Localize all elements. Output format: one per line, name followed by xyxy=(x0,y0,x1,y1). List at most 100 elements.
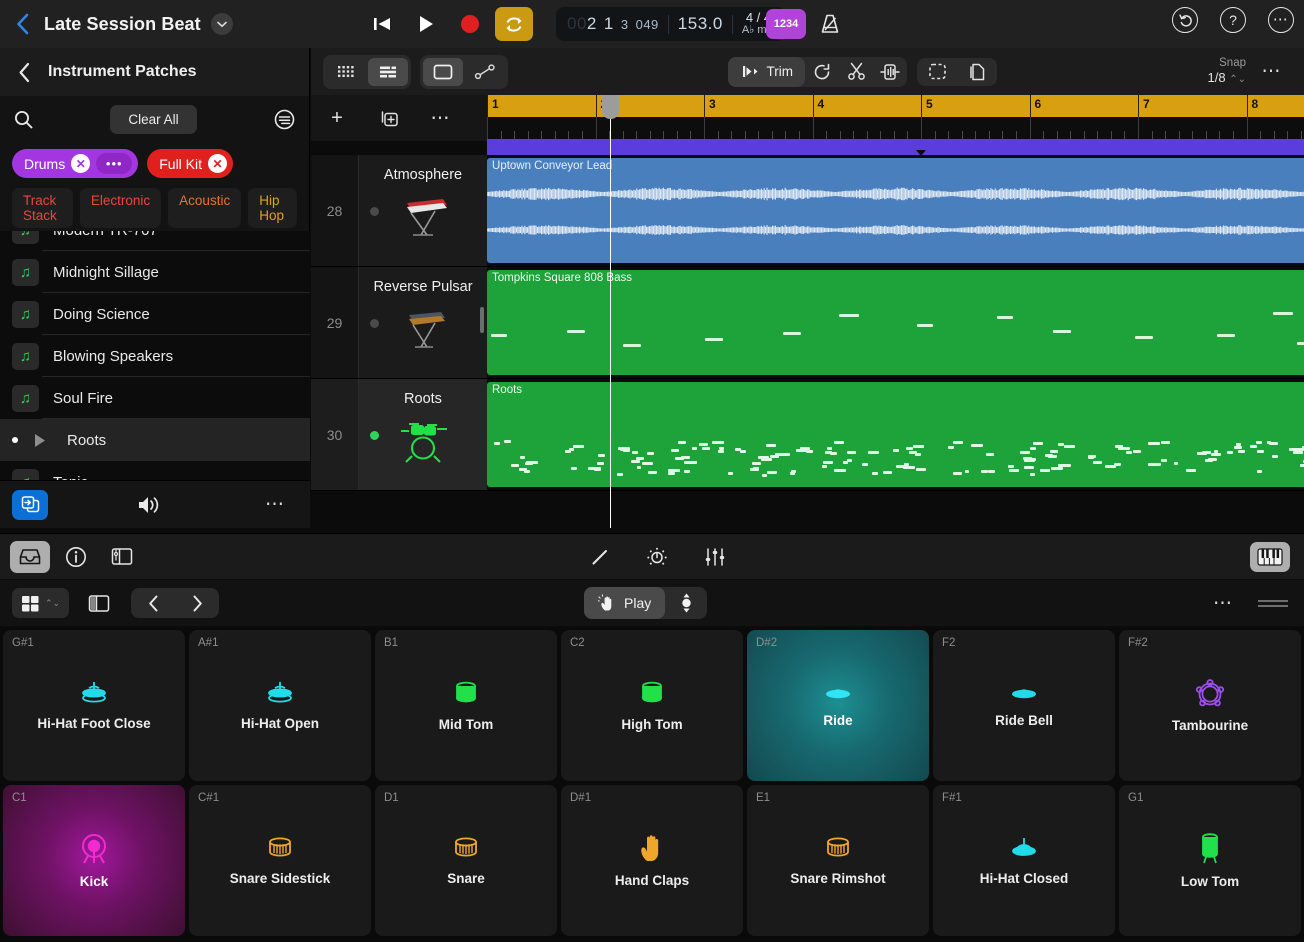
drum-pad[interactable]: F2 Ride Bell xyxy=(933,630,1115,781)
add-track-button[interactable]: + xyxy=(311,107,363,130)
metronome-icon[interactable] xyxy=(812,8,848,40)
grid-view-icon[interactable] xyxy=(326,58,366,86)
resize-handle-icon[interactable] xyxy=(1258,597,1288,610)
audition-speaker-icon[interactable] xyxy=(137,494,165,516)
drum-pad[interactable]: A#1 Hi-Hat Open xyxy=(189,630,371,781)
lcd-display[interactable]: 00 2 1 3 0 49 153.0 4 / 4 A♭ min xyxy=(556,7,787,41)
drum-pad[interactable]: G#1 Hi-Hat Foot Close xyxy=(3,630,185,781)
close-icon[interactable]: ✕ xyxy=(208,154,228,173)
list-item[interactable]: ♫ Doing Science xyxy=(0,293,310,335)
list-item[interactable]: ♫ Blowing Speakers xyxy=(0,335,310,377)
import-icon[interactable] xyxy=(12,489,48,520)
patch-list[interactable]: ♫ Modern TR-707 ♫ Midnight Sillage ♫ Doi… xyxy=(0,231,310,489)
marquee-select-icon[interactable] xyxy=(917,58,957,86)
ruler-tick xyxy=(798,131,800,139)
filter-tag-drums[interactable]: Drums ✕ ••• xyxy=(12,149,139,178)
rewind-button[interactable] xyxy=(363,7,401,41)
library-icon[interactable] xyxy=(10,540,50,573)
drum-pad[interactable]: B1 Mid Tom xyxy=(375,630,557,781)
patches-more-button[interactable]: ⋯ xyxy=(265,493,286,516)
cycle-button[interactable] xyxy=(495,7,533,41)
playhead[interactable] xyxy=(602,95,619,528)
ruler-tick xyxy=(704,117,705,139)
drum-pad[interactable]: C1 Kick xyxy=(3,785,185,936)
pad-prev-button[interactable] xyxy=(131,588,175,618)
pad-label: Hi-Hat Foot Close xyxy=(37,716,151,731)
track-number: 30 xyxy=(311,379,358,490)
inspector-icon[interactable] xyxy=(102,541,142,573)
count-in-button[interactable]: 1234 xyxy=(766,9,806,39)
search-icon[interactable] xyxy=(14,110,33,129)
fade-tool-icon[interactable] xyxy=(873,57,907,87)
tracks-area: Trim Snap 1/8 ⌃⌄ ⋯ + ⋯ 1 3 4 5 6 7 8 28 … xyxy=(311,48,1304,528)
category-acoustic[interactable]: Acoustic xyxy=(168,188,242,228)
automation-mode-icon[interactable] xyxy=(465,58,505,86)
drum-pad[interactable]: D1 Snare xyxy=(375,785,557,936)
list-item[interactable]: ♫ Soul Fire xyxy=(0,377,310,419)
category-track-stack[interactable]: Track Stack xyxy=(12,188,73,228)
snap-control[interactable]: Snap 1/8 ⌃⌄ xyxy=(1208,56,1252,87)
ruler-tick xyxy=(676,131,678,139)
back-button[interactable] xyxy=(0,12,44,36)
list-view-icon[interactable] xyxy=(368,57,408,86)
more-icon[interactable]: ⋯ xyxy=(1268,7,1294,33)
track-lane-selected[interactable]: 30 Roots Roots xyxy=(311,379,1304,491)
ruler-tick xyxy=(636,131,638,139)
duplicate-track-button[interactable] xyxy=(363,108,415,129)
drum-pad[interactable]: C2 High Tom xyxy=(561,630,743,781)
lcd-ticks-dim: 0 xyxy=(635,17,644,32)
undo-icon[interactable] xyxy=(1172,7,1198,33)
pad-label: Snare Rimshot xyxy=(790,871,886,886)
track-more-button[interactable]: ⋯ xyxy=(415,107,467,130)
split-view-icon[interactable] xyxy=(81,588,117,618)
filter-tag-more-icon[interactable]: ••• xyxy=(96,153,133,174)
duplicate-icon[interactable] xyxy=(957,58,997,86)
filter-icon[interactable] xyxy=(274,109,295,130)
keyboard-icon[interactable] xyxy=(1250,541,1290,572)
ruler-tick xyxy=(975,131,977,139)
clear-all-button[interactable]: Clear All xyxy=(110,105,197,134)
drum-pad[interactable]: D#2 Ride xyxy=(747,630,929,781)
drum-pad[interactable]: F#2 Tambourine xyxy=(1119,630,1301,781)
category-electronic[interactable]: Electronic xyxy=(79,188,162,228)
brightness-tool-icon[interactable] xyxy=(646,546,668,568)
drum-pad[interactable]: C#1 Snare Sidestick xyxy=(189,785,371,936)
track-lane[interactable]: 29 Reverse Pulsar Tompkins Square 808 Ba… xyxy=(311,267,1304,379)
ruler-tick xyxy=(961,131,963,139)
pad-next-button[interactable] xyxy=(175,588,219,618)
drum-pad[interactable]: F#1 Hi-Hat Closed xyxy=(933,785,1115,936)
chevron-down-icon[interactable] xyxy=(210,13,233,35)
category-chips: Track Stack Electronic Acoustic Hip Hop xyxy=(0,188,309,236)
drum-pad[interactable]: E1 Snare Rimshot xyxy=(747,785,929,936)
pencil-tool-icon[interactable] xyxy=(590,547,610,567)
split-scissors-icon[interactable] xyxy=(839,57,873,87)
track-header[interactable]: Atmosphere xyxy=(358,155,487,266)
track-lane[interactable]: 28 Atmosphere Uptown Conveyor Lead xyxy=(311,155,1304,267)
close-icon[interactable]: ✕ xyxy=(71,154,91,173)
drum-pad[interactable]: G1 Low Tom xyxy=(1119,785,1301,936)
pad-more-button[interactable]: ⋯ xyxy=(1213,592,1234,615)
track-header[interactable]: Roots xyxy=(358,379,487,490)
mixer-tool-icon[interactable] xyxy=(704,547,726,567)
track-header[interactable]: Reverse Pulsar xyxy=(358,267,487,378)
drum-pad[interactable]: D#1 Hand Claps xyxy=(561,785,743,936)
list-item-selected[interactable]: Roots xyxy=(0,419,310,461)
list-item[interactable]: ♫ Midnight Sillage xyxy=(0,251,310,293)
play-mode-button[interactable]: Play xyxy=(584,587,666,619)
record-button[interactable] xyxy=(451,7,489,41)
help-icon[interactable]: ? xyxy=(1220,7,1246,33)
list-item[interactable]: ♫ Modern TR-707 xyxy=(0,231,310,251)
playhead-grip[interactable] xyxy=(602,95,619,119)
trim-tool-button[interactable]: Trim xyxy=(727,56,806,87)
editor-toolbar xyxy=(0,533,1304,579)
filter-tag-full-kit[interactable]: Full Kit ✕ xyxy=(147,149,234,178)
velocity-mode-button[interactable] xyxy=(665,587,707,619)
loop-tool-icon[interactable] xyxy=(805,57,839,87)
region-mode-icon[interactable] xyxy=(423,57,463,86)
play-button[interactable] xyxy=(407,7,445,41)
tracks-more-button[interactable]: ⋯ xyxy=(1252,60,1292,83)
category-hip-hop[interactable]: Hip Hop xyxy=(248,188,297,228)
info-icon[interactable] xyxy=(56,541,96,573)
patches-back-button[interactable] xyxy=(0,62,48,83)
pad-grid-size-button[interactable]: ⌃⌄ xyxy=(12,588,70,618)
